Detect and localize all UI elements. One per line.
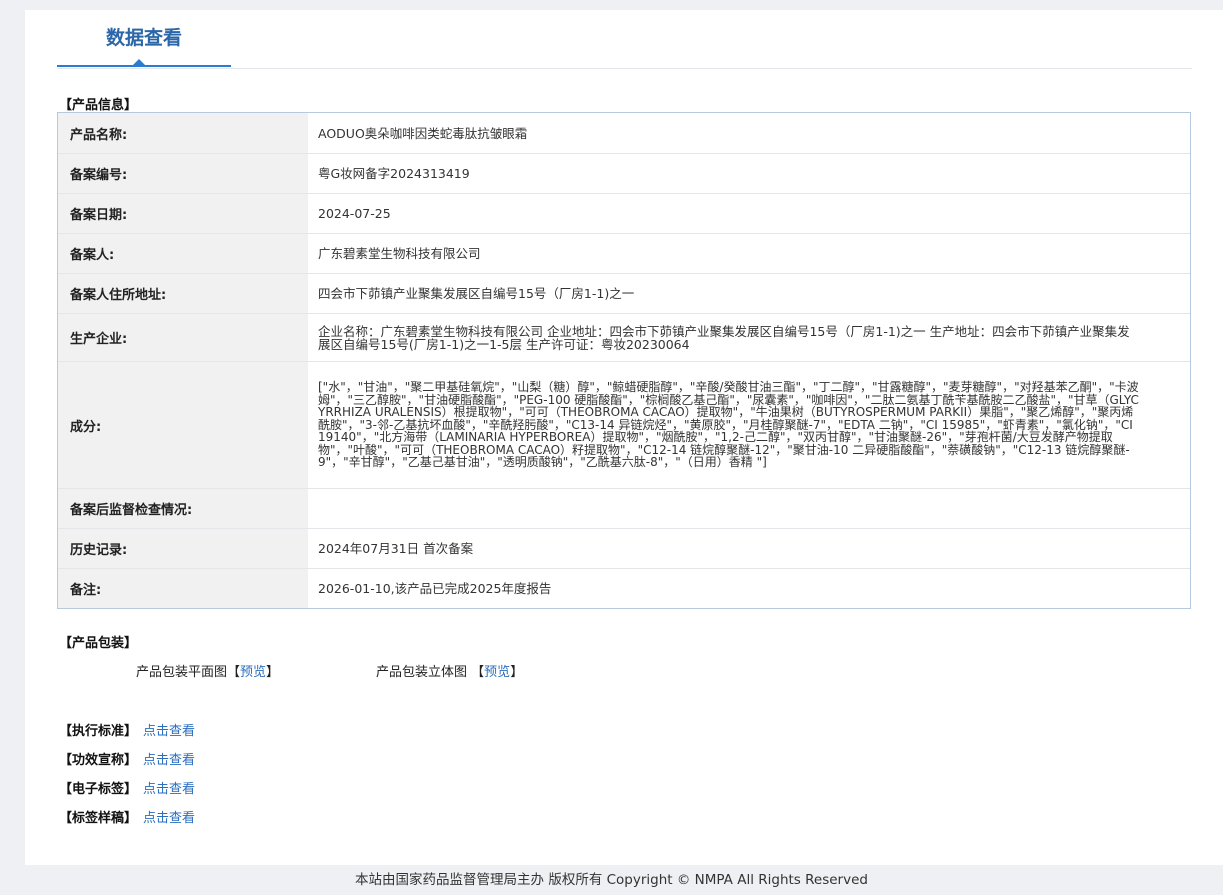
table-row-record-number: 备案编号: 粤G妆网备字2024313419 <box>58 153 1190 193</box>
electronic-label-link[interactable]: 点击查看 <box>143 782 195 797</box>
efficacy-claim-link[interactable]: 点击查看 <box>143 753 195 768</box>
standard-row-label-sample: 【标签样稿】 点击查看 <box>59 807 195 826</box>
footer-copyright: 本站由国家药品监督管理局主办 版权所有 Copyright © NMPA All… <box>355 872 868 888</box>
standard-row-execution: 【执行标准】 点击查看 <box>59 720 195 739</box>
packaging-flat-view: 产品包装平面图【预览】 <box>136 661 279 680</box>
row-value: AODUO奥朵咖啡因类蛇毒肽抗皱眼霜 <box>318 125 528 141</box>
product-info-section-title: 【产品信息】 <box>59 98 138 113</box>
standard-label: 【电子标签】 <box>59 782 138 797</box>
row-label: 备案后监督检查情况: <box>58 489 308 528</box>
standard-row-e-label: 【电子标签】 点击查看 <box>59 778 195 797</box>
packaging-flat-preview-link[interactable]: 预览 <box>240 665 266 680</box>
row-label: 备案日期: <box>58 194 308 233</box>
row-value: 四会市下茆镇产业聚集发展区自编号15号（厂房1-1)之一 <box>318 286 635 301</box>
packaging-flat-label: 产品包装平面图 <box>136 665 228 680</box>
standard-label: 【执行标准】 <box>59 724 138 739</box>
standard-row-efficacy: 【功效宣称】 点击查看 <box>59 749 195 768</box>
standard-label: 【标签样稿】 <box>59 811 138 826</box>
table-row-product-name: 产品名称: AODUO奥朵咖啡因类蛇毒肽抗皱眼霜 <box>58 113 1190 153</box>
table-row-post-inspection: 备案后监督检查情况: <box>58 488 1190 528</box>
standard-label: 【功效宣称】 <box>59 753 138 768</box>
row-value: 2026-01-10,该产品已完成2025年度报告 <box>318 581 552 596</box>
row-value: ["水"，"甘油"，"聚二甲基硅氧烷"，"山梨（糖）醇"，"鲸蜡硬脂醇"，"辛酸… <box>318 379 1139 470</box>
tab-data-view[interactable]: 数据查看 <box>57 10 231 66</box>
row-value: 广东碧素堂生物科技有限公司 <box>318 246 481 261</box>
bracket-close: 】 <box>266 665 280 680</box>
table-row-manufacturer: 生产企业: 企业名称：广东碧素堂生物科技有限公司 企业地址：四会市下茆镇产业聚集… <box>58 313 1190 361</box>
row-value: 2024-07-25 <box>318 206 391 221</box>
row-label: 生产企业: <box>58 314 308 361</box>
table-row-registrant-address: 备案人住所地址: 四会市下茆镇产业聚集发展区自编号15号（厂房1-1)之一 <box>58 273 1190 313</box>
row-label: 备案人: <box>58 234 308 273</box>
bracket-open: 【 <box>227 665 241 680</box>
row-label: 历史记录: <box>58 529 308 568</box>
main-panel: 数据查看 【产品信息】 产品名称: AODUO奥朵咖啡因类蛇毒肽抗皱眼霜 备案编… <box>25 10 1223 865</box>
row-label: 成分: <box>58 362 308 488</box>
label-sample-link[interactable]: 点击查看 <box>143 811 195 826</box>
row-label: 备案人住所地址: <box>58 274 308 313</box>
row-value <box>308 489 1190 528</box>
row-label: 产品名称: <box>58 113 308 153</box>
row-label: 备注: <box>58 569 308 608</box>
row-value: 企业名称：广东碧素堂生物科技有限公司 企业地址：四会市下茆镇产业聚集发展区自编号… <box>318 323 1130 352</box>
row-label: 备案编号: <box>58 154 308 193</box>
packaging-stereo-label: 产品包装立体图 <box>376 665 468 680</box>
packaging-section-title: 【产品包装】 <box>59 636 138 651</box>
packaging-stereo-view: 产品包装立体图 【预览】 <box>376 661 523 680</box>
tab-active-underline <box>57 65 231 67</box>
execution-standard-link[interactable]: 点击查看 <box>143 724 195 739</box>
table-row-ingredients: 成分: ["水"，"甘油"，"聚二甲基硅氧烷"，"山梨（糖）醇"，"鲸蜡硬脂醇"… <box>58 361 1190 488</box>
packaging-stereo-preview-link[interactable]: 预览 <box>484 665 510 680</box>
table-row-record-date: 备案日期: 2024-07-25 <box>58 193 1190 233</box>
product-info-table: 产品名称: AODUO奥朵咖啡因类蛇毒肽抗皱眼霜 备案编号: 粤G妆网备字202… <box>57 112 1191 609</box>
row-value: 2024年07月31日 首次备案 <box>318 541 474 556</box>
tab-bar: 数据查看 <box>57 10 1192 69</box>
row-value: 粤G妆网备字2024313419 <box>318 166 470 181</box>
bracket-close: 】 <box>510 665 524 680</box>
table-row-remarks: 备注: 2026-01-10,该产品已完成2025年度报告 <box>58 568 1190 608</box>
bracket-open: 【 <box>471 665 485 680</box>
table-row-registrant: 备案人: 广东碧素堂生物科技有限公司 <box>58 233 1190 273</box>
table-row-history: 历史记录: 2024年07月31日 首次备案 <box>58 528 1190 568</box>
